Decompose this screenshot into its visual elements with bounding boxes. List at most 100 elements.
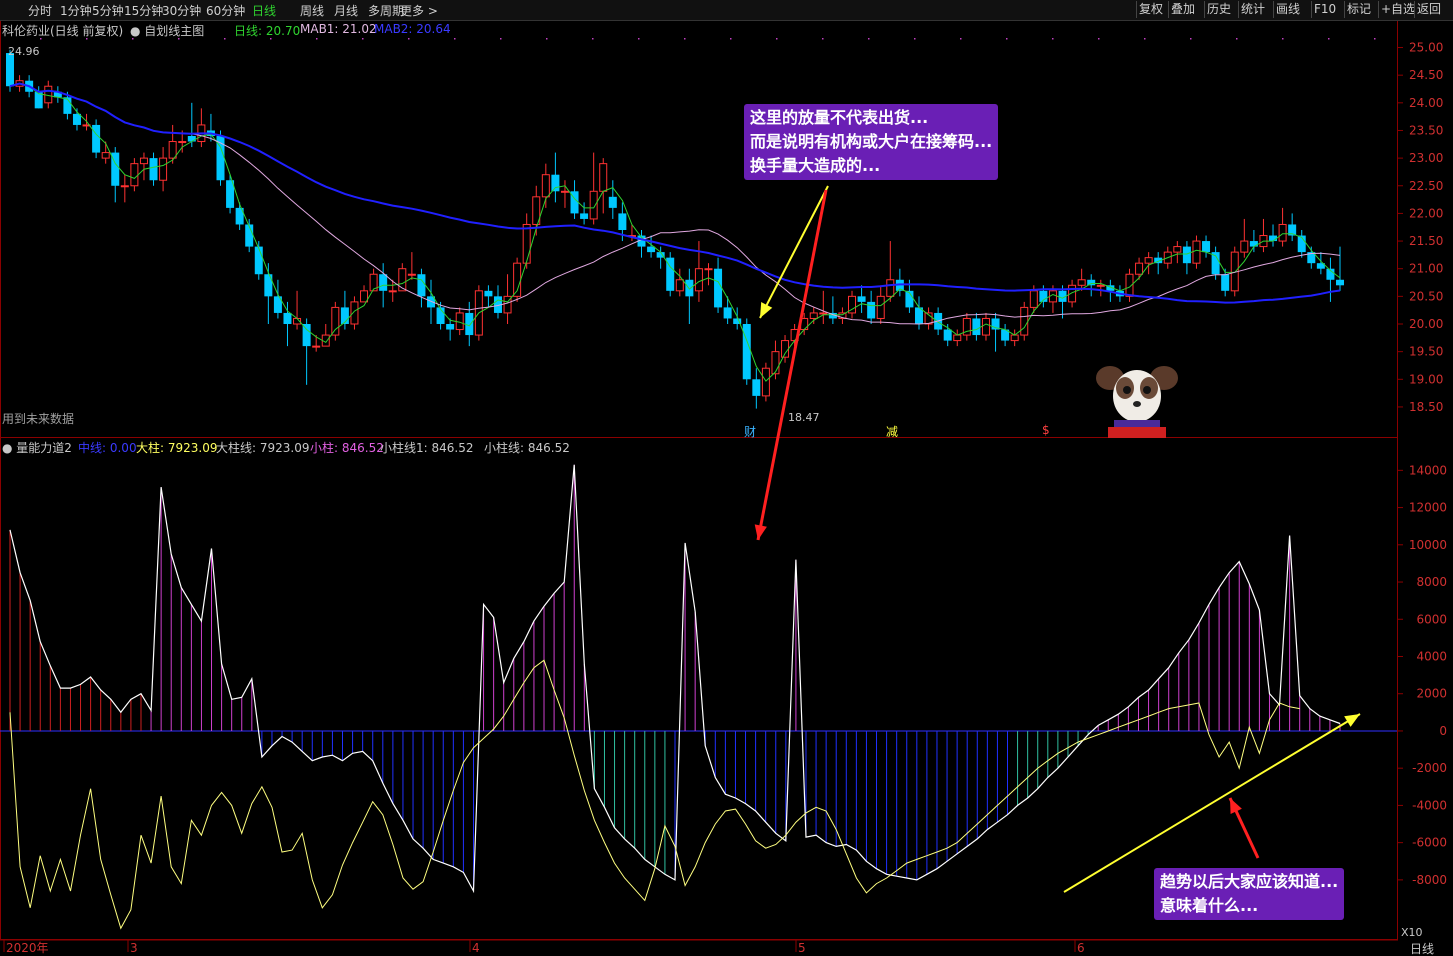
dot-marker-19	[914, 38, 916, 40]
period-7[interactable]: 周线	[300, 2, 324, 19]
dot-marker-7	[362, 38, 364, 40]
marker-reduce[interactable]: 减	[886, 423, 898, 440]
period-2[interactable]: 5分钟	[92, 2, 124, 19]
candle-body-27	[264, 274, 273, 297]
period-6[interactable]: 日线	[252, 2, 276, 19]
dot-marker-12	[592, 38, 594, 40]
candle-body-39	[379, 274, 388, 291]
dot-marker-29	[1374, 38, 1376, 40]
arrow-red-down-shaft	[756, 189, 828, 541]
dot-marker-14	[684, 38, 686, 40]
candle-body-16	[159, 157, 168, 181]
candle-body-19	[187, 136, 196, 142]
candle-body-72	[694, 268, 703, 292]
period-5[interactable]: 60分钟	[206, 2, 245, 19]
mab1-line	[9, 82, 1341, 325]
dot-marker-24	[1144, 38, 1146, 40]
period-4[interactable]: 30分钟	[162, 2, 201, 19]
dog-sticker	[1096, 366, 1178, 438]
annotation-top-line-1: 这里的放量不代表出货...	[750, 108, 929, 127]
period-8[interactable]: 月线	[334, 2, 358, 19]
dot-marker-9	[454, 38, 456, 40]
arrow-red-down-head	[754, 524, 767, 540]
period-1[interactable]: 1分钟	[60, 2, 92, 19]
candle-body-46	[446, 324, 455, 330]
candle-body-12	[120, 185, 129, 188]
candle-body-90	[867, 301, 876, 319]
annotation-top-line-3: 换手量大造成的...	[750, 156, 881, 175]
mab2-value: MAB2: 20.64	[374, 22, 451, 36]
stock-chart[interactable]: 25.0024.5024.0023.5023.0022.5022.0021.50…	[0, 0, 1453, 956]
candle-body-71	[685, 279, 694, 297]
toolbar-btn-0[interactable]: 复权	[1136, 1, 1165, 18]
candle-body-89	[857, 296, 866, 302]
annotation-bottom-line-2: 意味着什么...	[1160, 896, 1259, 915]
candle-body-80	[771, 351, 780, 375]
candle-body-26	[254, 246, 263, 275]
candle-body-17	[168, 141, 177, 159]
dot-marker-25	[1190, 38, 1192, 40]
dot-marker-20	[960, 38, 962, 40]
toolbar-btn-5[interactable]: F10	[1311, 1, 1338, 18]
annotation-bottom-line-1: 趋势以后大家应该知道...	[1160, 872, 1339, 891]
dot-marker-23	[1098, 38, 1100, 40]
indicator-dropdown[interactable]: ● 量能力道2	[2, 439, 72, 456]
mab1-value: MAB1: 21.02	[300, 22, 377, 36]
marker-dividend[interactable]: $	[1042, 423, 1050, 437]
candle-body-127	[1221, 274, 1230, 291]
candle-body-62	[599, 163, 608, 192]
candle-body-31	[302, 324, 311, 347]
big-line-value: 大柱线: 7923.09	[216, 441, 310, 455]
toolbar-btn-8[interactable]: 返回	[1414, 1, 1443, 18]
candle-body-107	[1029, 290, 1038, 308]
high-price-label: 24.96	[8, 45, 40, 58]
dot-marker-22	[1052, 38, 1054, 40]
candle-body-112	[1077, 279, 1086, 286]
toolbar-btn-1[interactable]: 叠加	[1168, 1, 1197, 18]
candle-body-91	[876, 295, 885, 319]
candle-body-119	[1144, 257, 1153, 264]
candle-body-61	[589, 190, 598, 220]
stock-name[interactable]: 科伦药业(日线 前复权)	[2, 22, 123, 39]
dot-marker-27	[1282, 38, 1284, 40]
template-dropdown[interactable]: ● 自划线主图	[130, 22, 204, 39]
dot-marker-6	[316, 38, 318, 40]
candle-body-113	[1087, 279, 1096, 286]
candle-body-70	[675, 279, 684, 292]
dot-marker-15	[730, 38, 732, 40]
candle-body-43	[417, 274, 426, 297]
toolbar-btn-6[interactable]: 标记	[1344, 1, 1373, 18]
period-toolbar: 分时 1分钟 5分钟 15分钟 30分钟 60分钟 日线 周线 月线 多周期 更多 > 复权 叠加 历史统…	[0, 0, 1453, 21]
arrow-yellow-top-shaft	[759, 185, 829, 319]
small-bar-value: 小柱: 846.52	[310, 441, 384, 455]
x-label-2: 4	[472, 941, 480, 955]
period-9[interactable]: 多周期	[368, 2, 404, 19]
toolbar-btn-4[interactable]: 画线	[1273, 1, 1302, 18]
dot-marker-21	[1006, 38, 1008, 40]
small-line1-value: 小柱线1: 846.52	[380, 441, 474, 455]
period-0[interactable]: 分时	[28, 2, 52, 19]
period-10[interactable]: 更多 >	[400, 2, 438, 19]
candle-body-15	[149, 158, 158, 181]
dot-marker-16	[776, 38, 778, 40]
future-data-note: 用到未来数据	[2, 412, 75, 426]
toolbar-btn-2[interactable]: 历史	[1204, 1, 1233, 18]
candle-body-75	[723, 307, 732, 319]
candle-body-64	[618, 213, 627, 230]
dot-marker-4	[224, 38, 226, 40]
candle-body-123	[1182, 246, 1191, 264]
sub-panel-frame	[0, 437, 1398, 940]
candle-body-79	[761, 367, 770, 397]
dot-marker-10	[500, 38, 502, 40]
candle-body-42	[407, 273, 416, 276]
dot-marker-26	[1236, 38, 1238, 40]
candle-body-129	[1240, 240, 1249, 253]
candle-body-7	[72, 113, 81, 125]
candle-body-40	[388, 290, 397, 293]
main-panel-frame	[0, 20, 1398, 438]
toolbar-btn-3[interactable]: 统计	[1238, 1, 1267, 18]
period-3[interactable]: 15分钟	[124, 2, 163, 19]
candle-body-57	[551, 174, 560, 192]
marker-finance[interactable]: 财	[744, 423, 756, 440]
toolbar-btn-7[interactable]: +自选	[1378, 1, 1417, 18]
